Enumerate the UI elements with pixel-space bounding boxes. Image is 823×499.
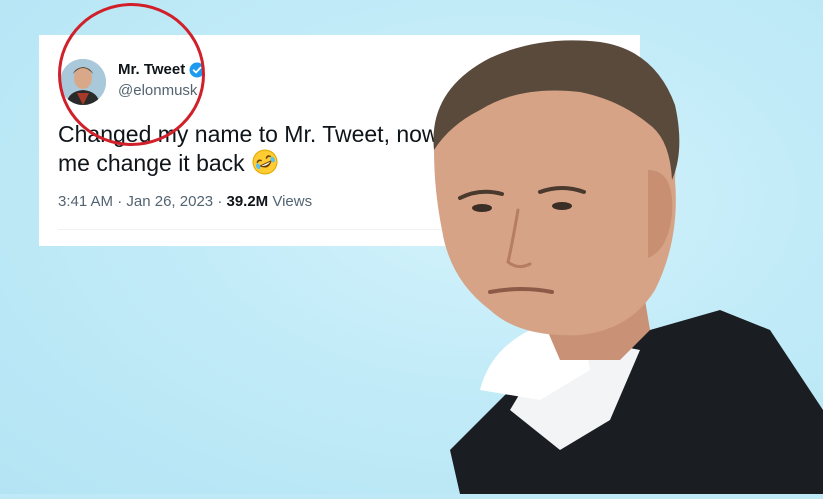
annotation-circle bbox=[58, 3, 205, 146]
views-label: Views bbox=[272, 193, 313, 210]
tweet-time[interactable]: 3:41 AM bbox=[58, 193, 113, 210]
tweet-text-line-2: me change it back bbox=[58, 150, 245, 176]
meta-separator: · bbox=[117, 193, 123, 210]
rolling-on-the-floor-laughing-emoji-icon bbox=[251, 148, 279, 176]
tweet-date[interactable]: Jan 26, 2023 bbox=[126, 193, 213, 210]
meta-separator: · bbox=[217, 193, 223, 210]
views-count: 39.2M bbox=[226, 193, 269, 210]
tweet-meta: 3:41 AM · Jan 26, 2023 · 39.2M Views bbox=[58, 193, 312, 210]
person-photo bbox=[390, 30, 823, 494]
